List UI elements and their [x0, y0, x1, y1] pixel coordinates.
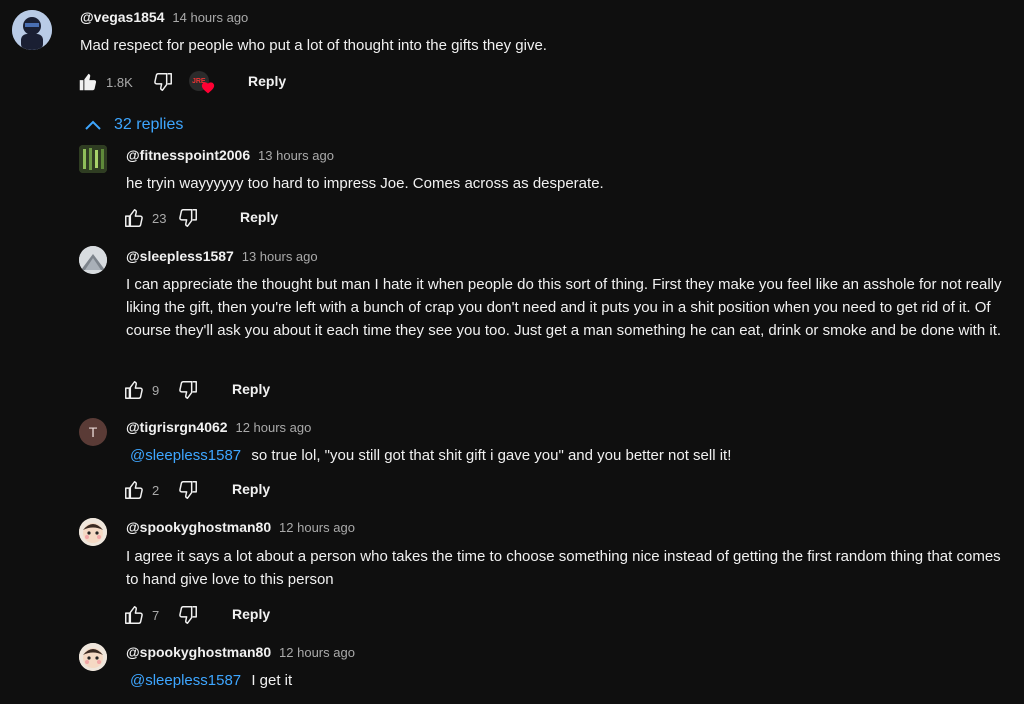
author-name[interactable]: @fitnesspoint2006 — [126, 147, 250, 163]
dislike-button[interactable] — [176, 206, 200, 230]
author-line: @vegas1854 14 hours ago — [80, 9, 248, 25]
timestamp[interactable]: 13 hours ago — [258, 148, 334, 163]
avatar[interactable] — [79, 643, 107, 671]
comment-actions: 7 Reply — [122, 603, 322, 627]
avatar[interactable] — [79, 518, 107, 546]
avatar[interactable] — [79, 246, 107, 274]
like-count: 1.8K — [106, 74, 133, 90]
reply-button[interactable]: Reply — [232, 606, 270, 622]
comment-text-row: @sleepless1587 I get it — [126, 669, 1010, 692]
author-name[interactable]: @spookyghostman80 — [126, 644, 271, 660]
reply-button[interactable]: Reply — [232, 381, 270, 397]
author-name[interactable]: @tigrisrgn4062 — [126, 419, 228, 435]
like-count: 23 — [152, 210, 167, 226]
thumbs-down-icon — [179, 606, 197, 624]
creator-heart-badge: JRE — [188, 69, 217, 95]
dislike-button[interactable] — [176, 603, 200, 627]
like-button[interactable] — [122, 478, 146, 502]
dislike-button[interactable] — [176, 378, 200, 402]
mention-link[interactable]: @sleepless1587 — [126, 672, 241, 689]
like-button[interactable] — [122, 603, 146, 627]
avatar[interactable] — [79, 145, 107, 173]
thumbs-up-filled-icon — [79, 73, 97, 91]
mention-link[interactable]: @sleepless1587 — [126, 447, 241, 464]
comment-actions: 1.8K JRE Reply — [76, 70, 376, 94]
author-name[interactable]: @sleepless1587 — [126, 248, 234, 264]
author-name[interactable]: @spookyghostman80 — [126, 519, 271, 535]
comment-text: so true lol, "you still got that shit gi… — [251, 447, 732, 464]
thumbs-down-icon — [179, 481, 197, 499]
author-line: @sleepless1587 13 hours ago — [126, 248, 318, 264]
avatar[interactable] — [12, 10, 52, 50]
like-count: 9 — [152, 382, 160, 398]
author-line: @tigrisrgn4062 12 hours ago — [126, 419, 311, 435]
reply-button[interactable]: Reply — [248, 73, 286, 89]
timestamp[interactable]: 14 hours ago — [172, 10, 248, 25]
comment-actions: 2 Reply — [122, 478, 322, 502]
timestamp[interactable]: 13 hours ago — [242, 249, 318, 264]
like-button[interactable] — [122, 206, 146, 230]
timestamp[interactable]: 12 hours ago — [279, 520, 355, 535]
comment-actions: 23 Reply — [122, 206, 322, 230]
timestamp[interactable]: 12 hours ago — [235, 420, 311, 435]
comment-text: I can appreciate the thought but man I h… — [126, 276, 1002, 339]
dislike-button[interactable] — [151, 70, 175, 94]
replies-toggle[interactable]: 32 replies — [84, 114, 183, 136]
avatar[interactable]: T — [79, 418, 107, 446]
thumbs-down-icon — [179, 209, 198, 227]
thumbs-up-icon — [125, 381, 143, 399]
author-line: @spookyghostman80 12 hours ago — [126, 519, 355, 535]
like-button[interactable] — [122, 378, 146, 402]
author-line: @spookyghostman80 12 hours ago — [126, 644, 355, 660]
avatar-letter: T — [88, 424, 98, 440]
author-line: @fitnesspoint2006 13 hours ago — [126, 147, 334, 163]
thumbs-up-icon — [125, 209, 143, 227]
like-count: 2 — [152, 482, 160, 498]
thumbs-down-icon — [179, 381, 197, 399]
like-count: 7 — [152, 607, 160, 623]
comment-text-row: @sleepless1587 so true lol, "you still g… — [126, 444, 1010, 467]
timestamp[interactable]: 12 hours ago — [279, 645, 355, 660]
reply-button[interactable]: Reply — [240, 209, 278, 225]
thumbs-up-icon — [125, 481, 143, 499]
author-name[interactable]: @vegas1854 — [80, 9, 165, 25]
thumbs-up-icon — [125, 606, 143, 624]
comment-text: Mad respect for people who put a lot of … — [80, 37, 547, 54]
comment-text: I get it — [251, 672, 293, 689]
replies-count-label: 32 replies — [114, 116, 184, 133]
comment-text: he tryin wayyyyyy too hard to impress Jo… — [126, 175, 604, 192]
comment-actions: 9 Reply — [122, 378, 322, 402]
comment-text: I agree it says a lot about a person who… — [126, 548, 1001, 588]
reply-button[interactable]: Reply — [232, 481, 270, 497]
thumbs-down-icon — [153, 73, 172, 91]
heart-icon — [201, 82, 214, 94]
dislike-button[interactable] — [176, 478, 200, 502]
chevron-up-icon — [85, 120, 101, 130]
like-button[interactable] — [76, 70, 100, 94]
